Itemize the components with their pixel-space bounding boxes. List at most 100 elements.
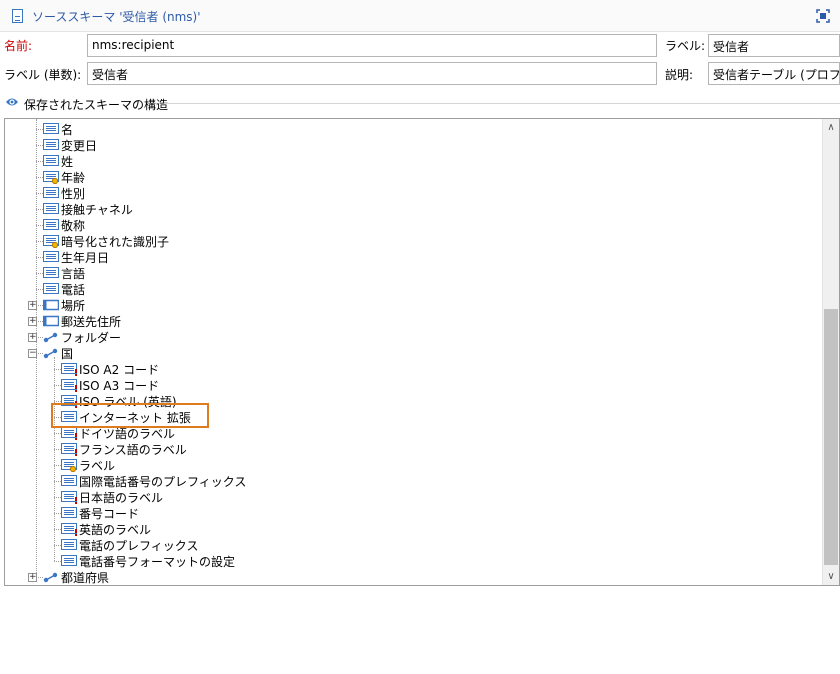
tree-node-label: ISO A2 コード — [79, 363, 160, 377]
tree-connector — [36, 273, 43, 274]
tree-node-label: ラベル — [79, 459, 116, 473]
scroll-up-icon[interactable]: ∧ — [823, 119, 839, 136]
tree-connector — [54, 561, 61, 562]
tree-connector — [36, 305, 43, 306]
field-icon — [43, 123, 59, 139]
link-icon — [43, 331, 59, 347]
title-bar: ソーススキーマ '受信者 (nms)' — [0, 0, 840, 32]
calculated-field-icon — [61, 459, 77, 475]
field-icon — [43, 251, 59, 267]
tree-connector — [36, 257, 43, 258]
tree-connector — [54, 497, 61, 498]
tree-node-label: 国際電話番号のプレフィックス — [79, 475, 247, 489]
tree-connector — [54, 433, 61, 434]
tree-node-label: 電話番号フォーマットの設定 — [79, 555, 236, 569]
vertical-scrollbar[interactable]: ∧ ∨ — [822, 119, 839, 585]
element-icon — [42, 315, 60, 331]
link-icon — [43, 571, 59, 585]
highlight-box — [51, 403, 209, 428]
tree-node-label: ISO A3 コード — [79, 379, 160, 393]
field-icon — [61, 507, 77, 523]
required-field-icon — [61, 491, 79, 507]
label-label: ラベル: — [665, 39, 706, 53]
tree-connector — [54, 401, 61, 402]
tree-node-label: 年齢 — [61, 171, 86, 185]
collapse-icon[interactable]: − — [28, 349, 37, 358]
tree-connector — [54, 545, 61, 546]
tree-connector — [36, 289, 43, 290]
expand-icon[interactable]: + — [28, 573, 37, 582]
tree-connector — [36, 193, 43, 194]
tree-node-label: 英語のラベル — [79, 523, 152, 537]
tree-connector — [36, 161, 43, 162]
tree-node-label: 敬称 — [61, 219, 86, 233]
singular-label: ラベル (単数): — [4, 68, 82, 82]
maximize-icon[interactable] — [816, 9, 830, 23]
tree-node-label: 場所 — [61, 299, 86, 313]
tree-node-label: 性別 — [61, 187, 86, 201]
description-field[interactable]: 受信者テーブル (プロファ — [708, 62, 840, 85]
calculated-field-icon — [43, 235, 59, 251]
expand-icon[interactable]: + — [28, 333, 37, 342]
tree-node-label: 変更日 — [61, 139, 98, 153]
tree-connector — [36, 577, 43, 578]
field-icon — [43, 219, 59, 235]
tree-node-label: 郵送先住所 — [61, 315, 122, 329]
required-field-icon — [61, 443, 79, 459]
field-icon — [43, 155, 59, 171]
section-divider — [164, 103, 840, 104]
schema-tree[interactable]: ∧ ∨ 名変更日姓年齢 性別 接触チャネル 敬称 暗号化された識別子 生年月日 言語 電話 場所… — [4, 118, 840, 586]
tree-connector — [54, 357, 55, 561]
section-title: 保存されたスキーマの構造 — [24, 98, 169, 112]
calculated-field-icon — [43, 171, 59, 187]
tree-connector — [36, 129, 43, 130]
label-field[interactable]: 受信者 — [708, 34, 840, 57]
tree-connector — [36, 337, 43, 338]
field-icon — [43, 283, 59, 299]
field-icon — [61, 475, 77, 491]
tree-node-label: 番号コード — [79, 507, 140, 521]
tree-node-label: 接触チャネル — [61, 203, 133, 217]
element-icon — [42, 299, 60, 315]
tree-node-label: 都道府県 — [61, 571, 110, 585]
expand-icon[interactable]: + — [28, 301, 37, 310]
tree-connector — [36, 353, 43, 354]
required-field-icon — [61, 379, 79, 395]
tree-node-label: 言語 — [61, 267, 86, 281]
tree-connector — [36, 241, 43, 242]
tree-connector — [54, 513, 61, 514]
name-field[interactable]: nms:recipient — [87, 34, 657, 57]
tree-node-label: 名 — [61, 123, 74, 137]
field-icon — [43, 267, 59, 283]
tree-connector — [36, 225, 43, 226]
tree-node-label: フォルダー — [61, 331, 122, 345]
link-icon — [43, 347, 59, 363]
tree-connector — [36, 145, 43, 146]
description-label: 説明: — [665, 68, 694, 82]
tree-node-label: 姓 — [61, 155, 74, 169]
tree-node-label: 生年月日 — [61, 251, 110, 265]
required-field-icon — [61, 523, 79, 539]
tree-connector — [54, 369, 61, 370]
required-field-icon — [61, 363, 79, 379]
tree-node-label: 暗号化された識別子 — [61, 235, 170, 249]
tree-connector — [36, 209, 43, 210]
field-icon — [43, 203, 59, 219]
tree-connector — [54, 465, 61, 466]
required-field-icon — [61, 427, 79, 443]
structure-section-header: 保存されたスキーマの構造 — [0, 93, 840, 113]
eye-icon — [6, 98, 18, 106]
tree-node-label: フランス語のラベル — [79, 443, 187, 457]
expand-icon[interactable]: + — [28, 317, 37, 326]
schema-document-icon — [12, 9, 23, 23]
tree-node-label: 国 — [61, 347, 74, 361]
singular-field[interactable]: 受信者 — [87, 62, 657, 85]
field-icon — [43, 187, 59, 203]
scroll-down-icon[interactable]: ∨ — [823, 568, 839, 585]
tree-connector — [36, 321, 43, 322]
tree-connector — [54, 385, 61, 386]
tree-connector — [54, 449, 61, 450]
tree-connector — [54, 481, 61, 482]
field-icon — [61, 539, 77, 555]
scroll-thumb[interactable] — [824, 309, 838, 565]
